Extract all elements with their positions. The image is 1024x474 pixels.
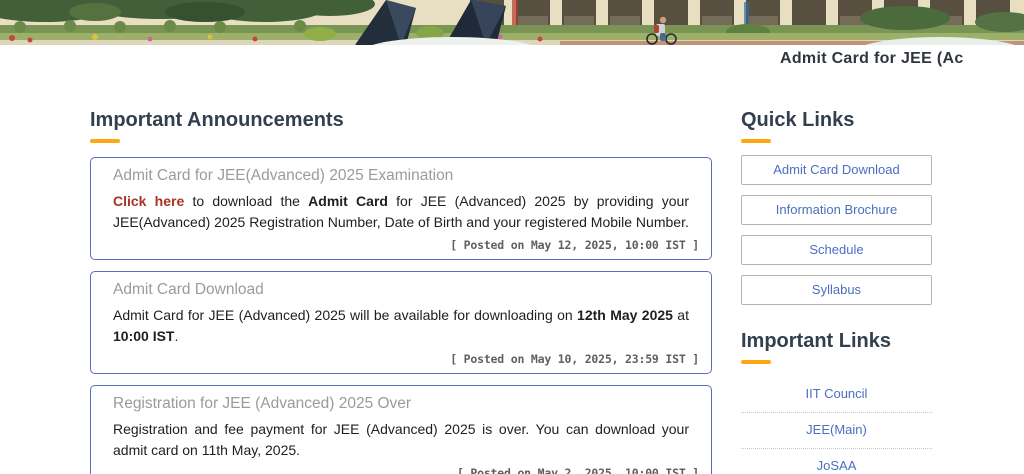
important-link-iit-council[interactable]: IIT Council xyxy=(806,386,868,401)
sidebar: Quick Links Admit Card Download Informat… xyxy=(741,75,932,474)
announcement-body: Registration and fee payment for JEE (Ad… xyxy=(113,419,689,460)
list-item: JEE(Main) xyxy=(741,413,932,449)
posted-timestamp: [ Posted on May 2, 2025, 10:00 IST ] xyxy=(113,466,699,474)
click-here-link[interactable]: Click here xyxy=(113,193,184,209)
important-links-list: IIT Council JEE(Main) JoSAA xyxy=(741,377,932,474)
campus-banner-image xyxy=(0,0,1024,45)
announcement-card-admit-card-download: Admit Card Download Admit Card for JEE (… xyxy=(90,271,712,374)
announcements-column: Important Announcements Admit Card for J… xyxy=(90,75,712,474)
important-link-jee-main[interactable]: JEE(Main) xyxy=(806,422,867,437)
announcement-title: Admit Card for JEE(Advanced) 2025 Examin… xyxy=(113,166,699,186)
quick-links-buttons: Admit Card Download Information Brochure… xyxy=(741,155,932,305)
announcements-heading: Important Announcements xyxy=(90,108,712,132)
quick-link-information-brochure[interactable]: Information Brochure xyxy=(741,195,932,225)
announcement-body: Admit Card for JEE (Advanced) 2025 will … xyxy=(113,305,689,346)
quick-link-schedule[interactable]: Schedule xyxy=(741,235,932,265)
posted-timestamp: [ Posted on May 10, 2025, 23:59 IST ] xyxy=(113,352,699,366)
important-link-josaa[interactable]: JoSAA xyxy=(817,458,857,473)
list-item: IIT Council xyxy=(741,377,932,413)
announcement-title: Registration for JEE (Advanced) 2025 Ove… xyxy=(113,394,699,414)
announcement-card-admit-card-exam: Admit Card for JEE(Advanced) 2025 Examin… xyxy=(90,157,712,260)
announcement-ticker-text: Admit Card for JEE (Ac xyxy=(780,50,964,68)
announcement-card-registration-over: Registration for JEE (Advanced) 2025 Ove… xyxy=(90,385,712,474)
list-item: JoSAA xyxy=(741,449,932,474)
accent-underline xyxy=(741,360,771,364)
announcement-ticker-bar: Admit Card for JEE (Ac xyxy=(0,45,1024,75)
quick-links-heading: Quick Links xyxy=(741,108,932,132)
announcement-body: Click here to download the Admit Card fo… xyxy=(113,191,689,232)
accent-underline xyxy=(90,139,120,143)
quick-link-admit-card-download[interactable]: Admit Card Download xyxy=(741,155,932,185)
accent-underline xyxy=(741,139,771,143)
posted-timestamp: [ Posted on May 12, 2025, 10:00 IST ] xyxy=(113,238,699,252)
important-links-heading: Important Links xyxy=(741,329,932,353)
main-content: Important Announcements Admit Card for J… xyxy=(0,75,1024,474)
announcement-title: Admit Card Download xyxy=(113,280,699,300)
quick-link-syllabus[interactable]: Syllabus xyxy=(741,275,932,305)
